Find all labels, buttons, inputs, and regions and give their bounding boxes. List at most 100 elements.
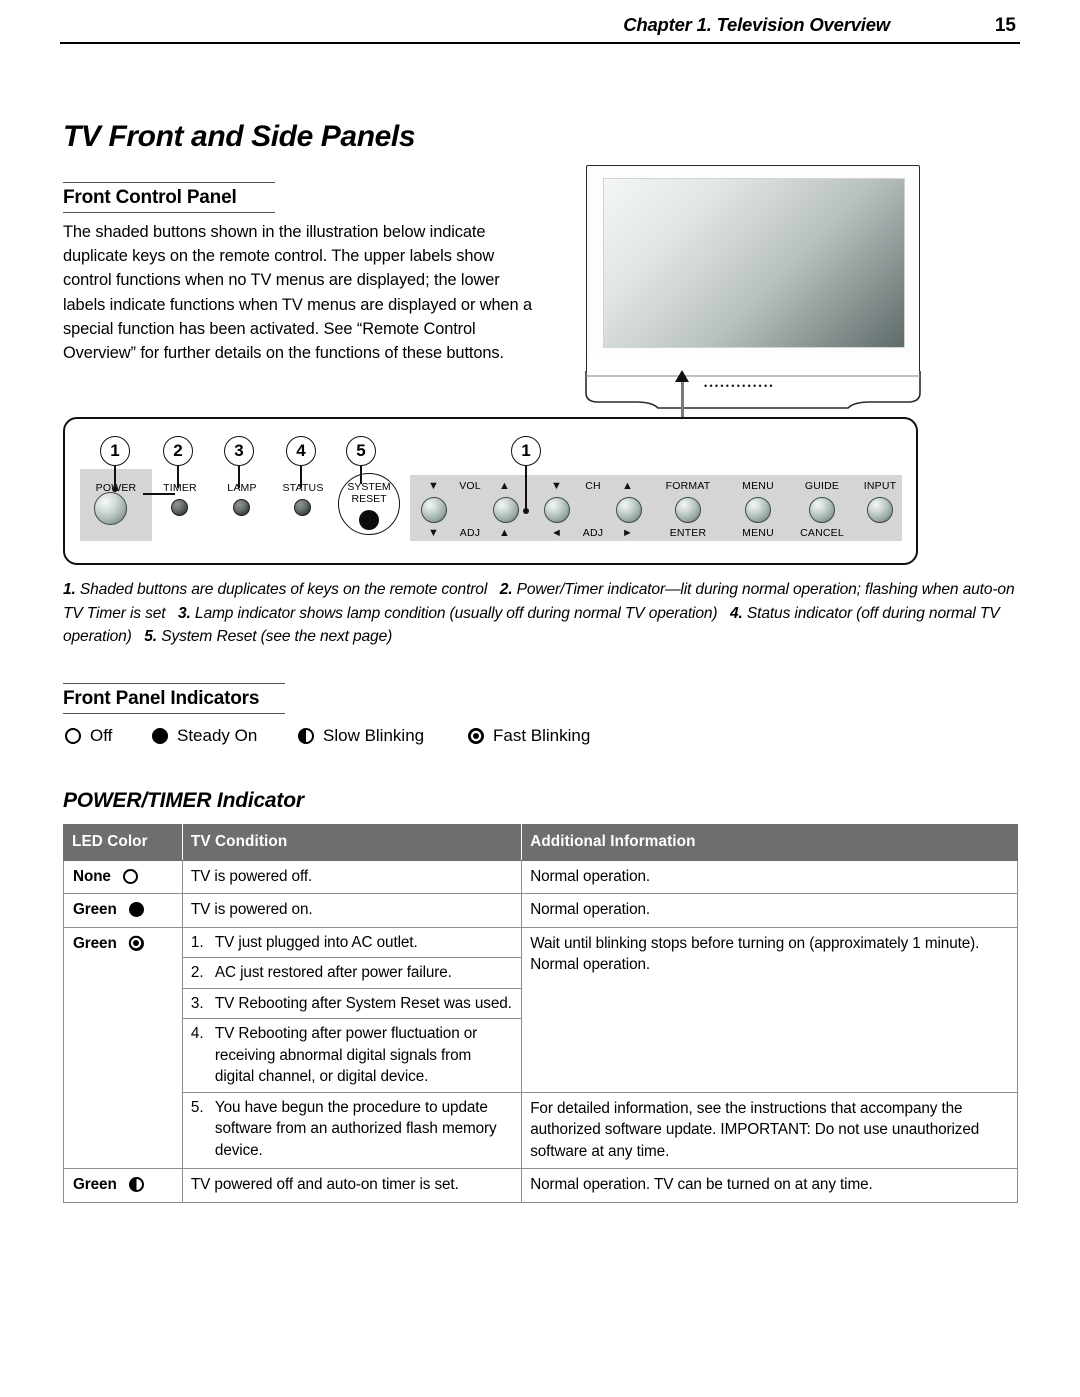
- table-row: Green TV powered off and auto-on timer i…: [63, 1168, 1018, 1203]
- header-rule: [60, 42, 1020, 44]
- table-header-led-color: LED Color: [63, 824, 183, 861]
- tv-condition-cell: TV is powered off.: [181, 859, 523, 894]
- list-item-text: TV just plugged into AC outlet.: [214, 933, 418, 951]
- menu-top-label: MENU: [742, 480, 774, 492]
- page-header: Chapter 1. Television Overview 15: [60, 14, 1020, 50]
- tv-body: [586, 165, 920, 360]
- input-button[interactable]: [867, 497, 893, 523]
- vol-up-triangle-icon: ▲: [499, 480, 510, 492]
- lamp-led: [233, 499, 250, 516]
- circle-half-filled-icon: [128, 1177, 144, 1192]
- tv-callout-arrowhead-icon: [675, 370, 689, 382]
- menu-button[interactable]: [745, 497, 771, 523]
- callout-dot-1b: [523, 508, 529, 514]
- additional-information-cell: Normal operation. TV can be turned on at…: [521, 1168, 1018, 1203]
- callout-badge-4: 4: [286, 436, 316, 466]
- led-color-cell: Green: [63, 926, 183, 1169]
- callout-stem-3: [238, 466, 240, 488]
- led-color-label: Green: [73, 901, 117, 918]
- led-color-cell: None: [63, 859, 183, 894]
- list-item-number: 3.: [190, 994, 204, 1012]
- table-head: LED Color TV Condition Additional Inform…: [63, 824, 1018, 861]
- circle-concentric-icon: [468, 728, 484, 744]
- callout-dot-1: [112, 486, 118, 492]
- circle-outline-icon: [65, 728, 81, 744]
- ch-label: CH: [585, 480, 601, 492]
- vol-down-triangle-icon: ▼: [428, 480, 439, 492]
- chapter-title: Chapter 1. Television Overview: [623, 14, 890, 35]
- tv-condition-cell: TV powered off and auto-on timer is set.: [181, 1168, 523, 1203]
- list-item-text: TV Rebooting after System Reset was used…: [214, 994, 512, 1012]
- circle-filled-icon: [128, 902, 144, 917]
- format-enter-button[interactable]: [675, 497, 701, 523]
- caption-num-4: 4.: [730, 604, 743, 622]
- front-control-panel-diagram: POWER TIMER LAMP STATUS SYSTEM RESET ▼ V…: [63, 417, 918, 565]
- tv-bezel-lip: [586, 358, 920, 372]
- format-label: FORMAT: [665, 480, 711, 492]
- additional-information-cell: For detailed information, see the instru…: [521, 1091, 1018, 1169]
- led-color-label: Green: [73, 934, 117, 952]
- led-color-cell: Green: [63, 1168, 183, 1203]
- guide-cancel-button[interactable]: [809, 497, 835, 523]
- callout-stem-5: [360, 466, 362, 484]
- circle-filled-icon: [152, 728, 168, 744]
- control-panel-caption: 1. Shaded buttons are duplicates of keys…: [63, 578, 1018, 649]
- circle-concentric-icon: [128, 935, 144, 951]
- caption-num-1: 1.: [63, 581, 76, 598]
- adj-right-label: ADJ: [582, 527, 604, 539]
- timer-led: [171, 499, 188, 516]
- tv-vent-dots: •••••••••••••: [704, 381, 775, 391]
- power-button[interactable]: [94, 492, 127, 525]
- list-item-text: You have begun the procedure to update s…: [214, 1098, 497, 1159]
- section-heading-front-panel-indicators: Front Panel Indicators: [63, 683, 285, 714]
- led-color-label: None: [73, 867, 111, 885]
- page-number: 15: [994, 15, 1016, 36]
- enter-label: ENTER: [669, 527, 707, 539]
- caption-text-5: System Reset (see the next page): [161, 628, 393, 645]
- list-item-text: TV Rebooting after power fluctuation or …: [214, 1025, 478, 1085]
- list-item-number: 4.: [190, 1025, 204, 1042]
- adj-up-triangle-icon: ▲: [499, 527, 510, 539]
- adj-right-triangle-icon: ►: [622, 527, 633, 539]
- adj-down-triangle-icon: ▼: [428, 527, 439, 539]
- power-timer-indicator-table: LED Color TV Condition Additional Inform…: [63, 824, 1018, 1203]
- callout-badge-2: 2: [163, 436, 193, 466]
- tv-screen: [603, 178, 905, 348]
- circle-outline-icon: [123, 868, 138, 884]
- page-title: TV Front and Side Panels: [63, 120, 416, 153]
- table-row: Green TV is powered on. Normal operation…: [63, 893, 1018, 928]
- tv-condition-cell: 2. AC just restored after power failure.: [181, 957, 523, 989]
- legend-item-fast-blinking: Fast Blinking: [468, 726, 590, 746]
- led-color-cell: Green: [63, 893, 183, 928]
- legend-label-fast-blinking: Fast Blinking: [493, 726, 591, 745]
- adj-left-label: ADJ: [459, 527, 481, 539]
- legend-label-off: Off: [90, 726, 113, 745]
- callout-stem-4: [300, 466, 302, 488]
- legend-label-slow-blinking: Slow Blinking: [323, 726, 425, 745]
- vol-up-button[interactable]: [493, 497, 519, 523]
- ch-up-button[interactable]: [616, 497, 642, 523]
- legend-label-steady-on: Steady On: [177, 726, 258, 745]
- guide-label: GUIDE: [804, 480, 840, 492]
- system-reset-label-line1: SYSTEM: [347, 481, 391, 493]
- adj-left-triangle-icon: ◄: [551, 527, 562, 539]
- table-header-tv-condition: TV Condition: [181, 824, 523, 861]
- led-color-label: Green: [73, 1176, 117, 1193]
- callout-stem-2: [177, 466, 179, 488]
- callout-badge-1b: 1: [511, 436, 541, 466]
- menu-bottom-label: MENU: [742, 527, 774, 539]
- timer-label: TIMER: [163, 482, 197, 494]
- status-label: STATUS: [282, 482, 324, 494]
- table-row: Green 1. TV just plugged into AC outlet.…: [63, 926, 1018, 1169]
- tv-condition-cell: 4. TV Rebooting after power fluctuation …: [181, 1018, 523, 1093]
- list-item-number: 1.: [190, 933, 204, 951]
- additional-information-cell: Wait until blinking stops before turning…: [521, 926, 1018, 1093]
- indicator-legend: Off Steady On Slow Blinking Fast Blinkin…: [63, 726, 683, 752]
- legend-item-steady-on: Steady On: [152, 726, 257, 746]
- vol-down-button[interactable]: [421, 497, 447, 523]
- system-reset-label: SYSTEM RESET: [338, 481, 400, 505]
- caption-num-3: 3.: [178, 604, 191, 622]
- system-reset-button[interactable]: [359, 510, 379, 530]
- tv-condition-cell: 5. You have begun the procedure to updat…: [181, 1091, 523, 1169]
- ch-down-button[interactable]: [544, 497, 570, 523]
